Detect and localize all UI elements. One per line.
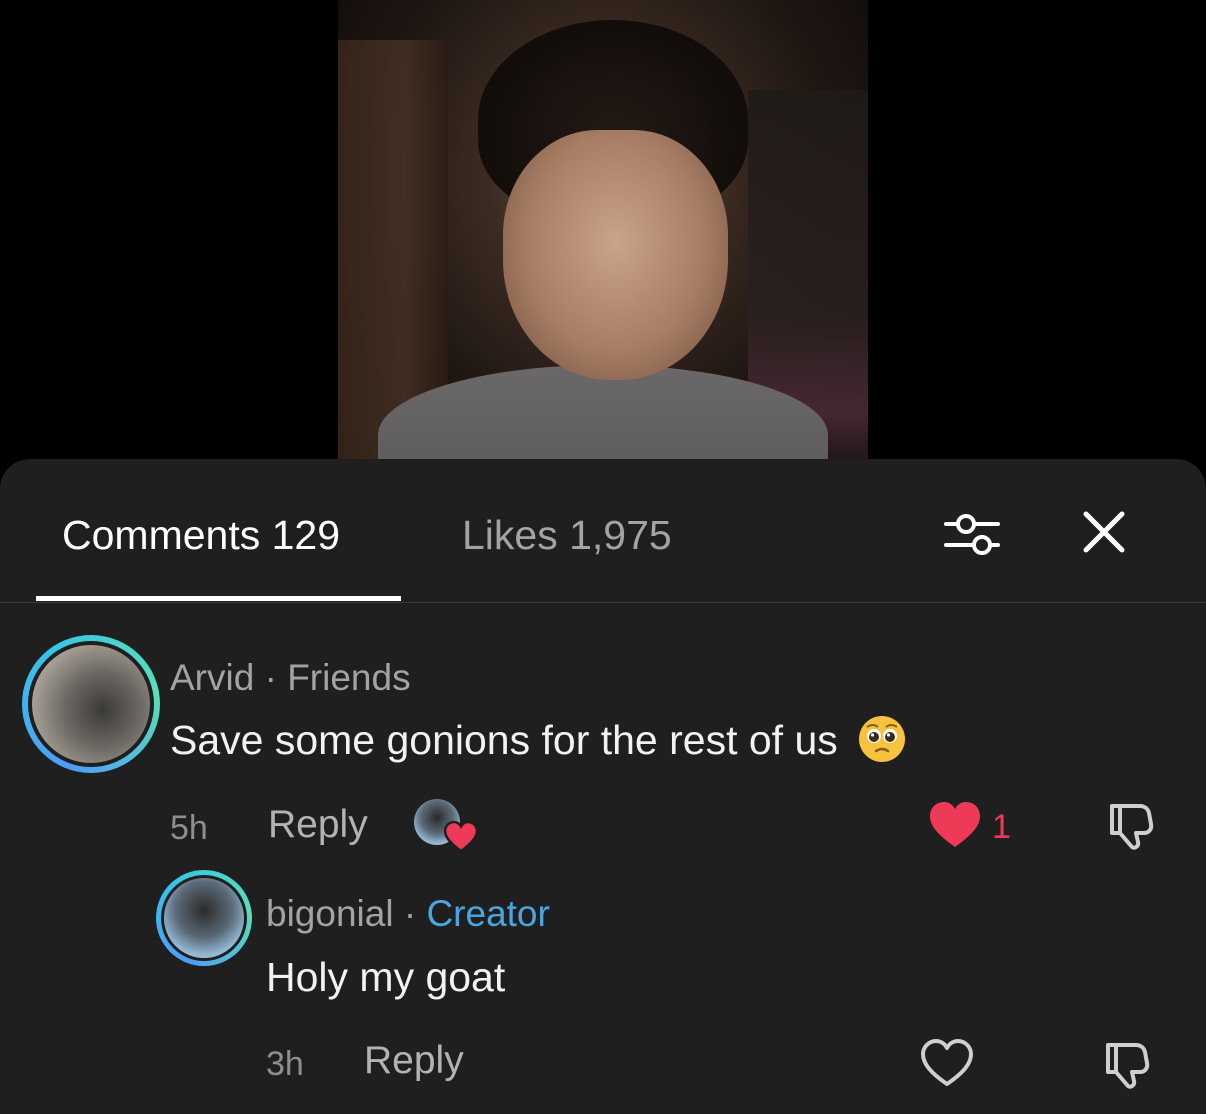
avatar-image xyxy=(28,641,154,767)
avatar-bigonial[interactable] xyxy=(156,870,252,966)
comment-time: 5h xyxy=(170,809,208,847)
creator-tag: Creator xyxy=(426,893,550,934)
thumbs-down-icon[interactable] xyxy=(1102,1039,1156,1089)
avatar-image xyxy=(161,875,247,961)
thumbs-down-icon[interactable] xyxy=(1106,800,1160,850)
meta-separator: · xyxy=(403,893,417,934)
page: Comments 129 Likes 1,975 Arvid · Friends xyxy=(0,0,1206,1114)
avatar-arvid[interactable] xyxy=(22,635,160,773)
reply-text: Holy my goat xyxy=(266,954,506,1000)
tab-bar: Comments 129 Likes 1,975 xyxy=(0,459,1206,603)
sliders-icon[interactable] xyxy=(944,509,1000,559)
reply-button[interactable]: Reply xyxy=(268,802,368,848)
reply-button[interactable]: Reply xyxy=(364,1038,464,1084)
tab-comments[interactable]: Comments 129 xyxy=(62,511,340,559)
video-preview[interactable] xyxy=(338,0,868,470)
meta-separator: · xyxy=(264,657,277,698)
reply-time: 3h xyxy=(266,1045,304,1083)
video-subject-face xyxy=(503,130,728,380)
friends-tag: Friends xyxy=(287,657,411,698)
active-tab-indicator xyxy=(36,596,401,601)
comment-author[interactable]: Arvid xyxy=(170,657,254,698)
heart-icon[interactable] xyxy=(928,800,982,850)
heart-outline-icon[interactable] xyxy=(920,1038,974,1088)
comment-body: Save some gonions for the rest of us xyxy=(170,717,838,763)
tab-likes[interactable]: Likes 1,975 xyxy=(462,511,672,559)
creator-liked-badge xyxy=(414,799,478,855)
like-count: 1 xyxy=(992,808,1011,846)
reply-author[interactable]: bigonial xyxy=(266,893,394,934)
comment-text: Save some gonions for the rest of us xyxy=(170,715,907,765)
reply-meta: bigonial · Creator xyxy=(266,892,550,936)
comment-meta: Arvid · Friends xyxy=(170,656,411,700)
close-icon[interactable] xyxy=(1082,510,1126,554)
pleading-face-emoji-icon xyxy=(859,716,906,763)
comments-sheet: Comments 129 Likes 1,975 Arvid · Friends xyxy=(0,459,1206,1114)
heart-icon xyxy=(444,821,478,853)
